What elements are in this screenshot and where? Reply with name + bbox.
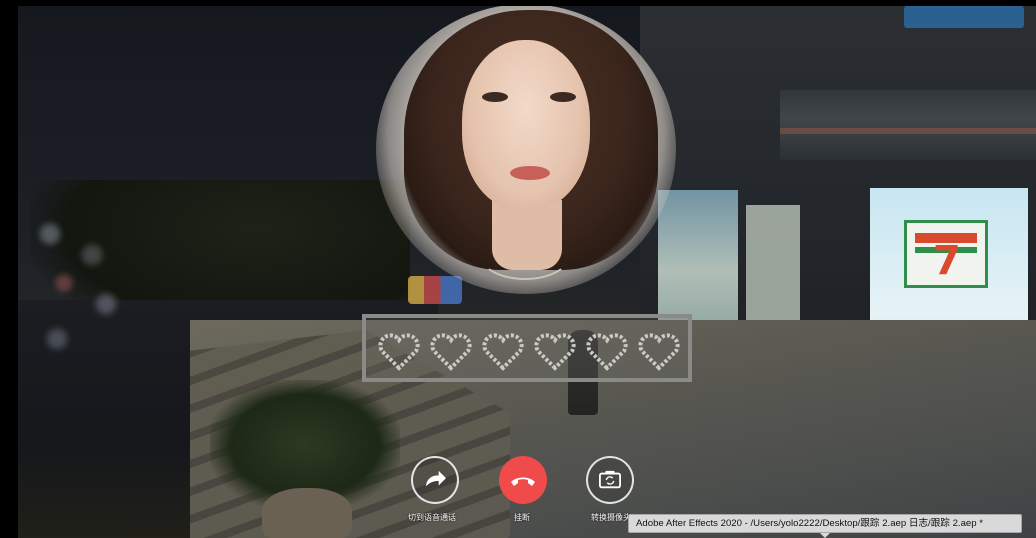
right-eye bbox=[550, 92, 576, 102]
store-awning bbox=[780, 90, 1036, 160]
window-title-tooltip: Adobe After Effects 2020 - /Users/yolo22… bbox=[628, 514, 1022, 533]
city-lights bbox=[22, 220, 162, 360]
tracking-overlay-box bbox=[362, 314, 692, 382]
phone-hangup-icon bbox=[511, 477, 535, 486]
heart-icon bbox=[482, 333, 524, 371]
blue-sign bbox=[904, 6, 1024, 28]
switch-to-voice-button[interactable] bbox=[411, 456, 459, 504]
switch-camera-button[interactable] bbox=[586, 456, 634, 504]
heart-icon bbox=[586, 333, 628, 371]
lips bbox=[510, 166, 550, 180]
colorful-sign bbox=[408, 276, 462, 304]
arrow-share-icon bbox=[425, 470, 446, 487]
heart-icon bbox=[378, 333, 420, 371]
window-edge-left bbox=[0, 0, 18, 538]
video-call-screen: 7 切到语音通话 挂断 转换摄像头 Adobe After Effects 20… bbox=[0, 0, 1036, 538]
seven-eleven-logo: 7 bbox=[904, 220, 988, 288]
heart-icon bbox=[534, 333, 576, 371]
planter-pot bbox=[262, 488, 352, 538]
switch-to-voice-label: 切到语音通话 bbox=[408, 513, 456, 522]
tooltip-arrow bbox=[820, 533, 830, 538]
heart-icon bbox=[430, 333, 472, 371]
hangup-button[interactable] bbox=[499, 456, 547, 504]
necklace bbox=[478, 226, 572, 280]
window-edge-top bbox=[0, 0, 1036, 6]
caller-face bbox=[462, 40, 590, 210]
left-eye bbox=[482, 92, 508, 102]
awning-stripe bbox=[780, 128, 1036, 134]
camera-switch-icon bbox=[599, 470, 621, 489]
heart-icon bbox=[638, 333, 680, 371]
hangup-label: 挂断 bbox=[514, 513, 530, 522]
switch-camera-label: 转换摄像头 bbox=[591, 513, 631, 522]
